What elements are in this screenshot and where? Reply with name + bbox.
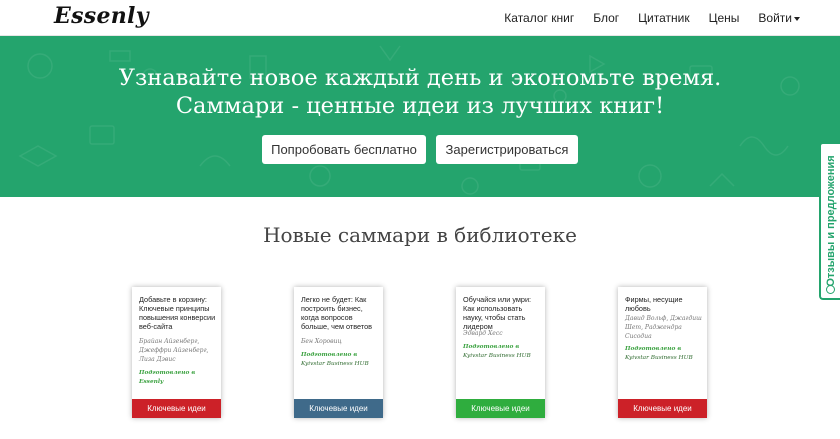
book-card[interactable]: Добавьте в корзину: Ключевые принципы по… [132,287,221,418]
register-button[interactable]: Зарегистрироваться [436,135,578,164]
prepared-by-label: Подготовлено в [139,370,196,376]
key-ideas-button[interactable]: Ключевые идеи [294,399,383,418]
nav-item-quotes[interactable]: Цитатник [638,11,689,25]
prepared-by-label: Подготовлено в [463,344,520,350]
section-title: Новые саммари в библиотеке [263,223,577,247]
book-card[interactable]: Фирмы, несущие любовь Давид Вольф, Джагд… [618,287,707,418]
key-ideas-button[interactable]: Ключевые идеи [456,399,545,418]
hero-headline-line2: Саммари - ценные идеи из лучших книг! [175,93,665,119]
logo[interactable]: Essenly [54,3,149,29]
prepared-by: Подготовлено в Kyivstar Business HUB [463,343,545,361]
book-authors: Давид Вольф, Джагдиш Шет, Раджендра Сисо… [625,315,702,340]
prepared-by-label: Подготовлено в [625,346,682,352]
nav-item-prices[interactable]: Цены [709,11,740,25]
book-title[interactable]: Легко не будет: Как построить бизнес, ко… [301,295,381,331]
nav-item-blog[interactable]: Блог [593,11,619,25]
prepared-by: Подготовлено в Essenly [139,369,221,387]
prepared-by: Подготовлено в Kyivstar Business HUB [301,351,383,369]
book-card[interactable]: Обучайся или умри: Как использовать наук… [456,287,545,418]
nav-item-catalog[interactable]: Каталог книг [504,11,574,25]
book-authors: Эдвард Хесс [463,330,503,337]
feedback-tab[interactable]: Отзывы и предложения [819,142,840,300]
key-ideas-button[interactable]: Ключевые идеи [618,399,707,418]
prepared-by-source: Kyivstar Business HUB [301,361,369,367]
key-ideas-button[interactable]: Ключевые идеи [132,399,221,418]
book-title[interactable]: Обучайся или умри: Как использовать наук… [463,295,543,331]
book-card[interactable]: Легко не будет: Как построить бизнес, ко… [294,287,383,418]
navbar: Essenly Каталог книг Блог Цитатник Цены … [0,0,840,36]
prepared-by-source: Kyivstar Business HUB [625,355,693,361]
chat-bubble-icon [826,285,835,294]
caret-down-icon [794,16,800,21]
nav-item-login-dropdown[interactable]: Войти [758,11,800,25]
book-authors: Бен Хоровиц [301,338,342,345]
nav-item-login-label: Войти [758,11,792,25]
book-title[interactable]: Фирмы, несущие любовь [625,295,705,313]
hero-actions: Попробовать бесплатно Зарегистрироваться [0,135,840,164]
nav-menu: Каталог книг Блог Цитатник Цены Войти [485,0,800,36]
hero-banner: Узнавайте новое каждый день и экономьте … [0,36,840,197]
hero-headline: Узнавайте новое каждый день и экономьте … [0,64,840,120]
prepared-by-source: Kyivstar Business HUB [463,353,531,359]
prepared-by: Подготовлено в Kyivstar Business HUB [625,345,707,363]
try-free-button[interactable]: Попробовать бесплатно [262,135,426,164]
feedback-tab-label: Отзывы и предложения [824,155,837,287]
book-title[interactable]: Добавьте в корзину: Ключевые принципы по… [139,295,219,331]
hero-headline-line1: Узнавайте новое каждый день и экономьте … [118,65,722,91]
prepared-by-source: Essenly [139,379,164,385]
book-authors: Брайан Айзенберг, Джеффри Айзенберг, Лиз… [139,338,209,363]
prepared-by-label: Подготовлено в [301,352,358,358]
